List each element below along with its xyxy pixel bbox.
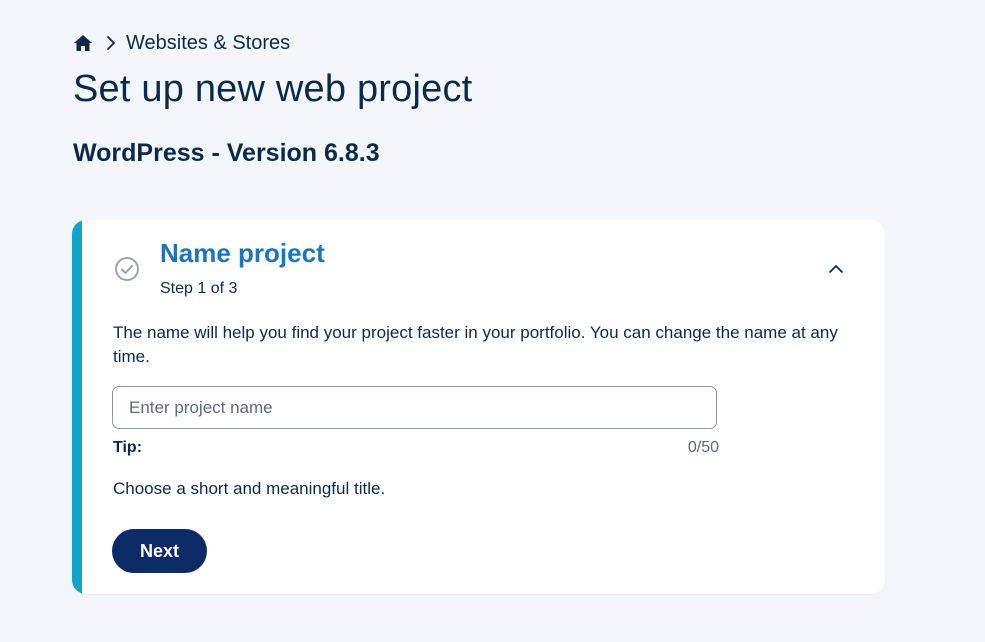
check-circle-icon	[114, 256, 140, 282]
page-title: Set up new web project	[73, 68, 473, 110]
page-subtitle: WordPress - Version 6.8.3	[73, 139, 380, 167]
tip-label: Tip:	[113, 439, 143, 456]
next-button[interactable]: Next	[112, 529, 207, 573]
step-counter: Step 1 of 3	[160, 280, 238, 297]
step-description: The name will help you find your project…	[113, 323, 838, 366]
home-icon[interactable]	[73, 33, 93, 53]
chevron-right-icon	[104, 36, 118, 50]
step-card-accent-bar	[72, 220, 82, 594]
character-counter: 0/50	[687, 439, 719, 456]
step-card-name-project: Name project Step 1 of 3 The name will h…	[72, 220, 885, 594]
breadcrumb-item-websites-stores[interactable]: Websites & Stores	[126, 32, 290, 55]
step-title: Name project	[160, 238, 325, 268]
collapse-step-button[interactable]	[824, 258, 848, 282]
breadcrumb: Websites & Stores	[73, 31, 290, 55]
chevron-up-icon	[828, 261, 844, 279]
project-name-input[interactable]	[112, 386, 717, 429]
tip-text: Choose a short and meaningful title.	[113, 479, 386, 498]
